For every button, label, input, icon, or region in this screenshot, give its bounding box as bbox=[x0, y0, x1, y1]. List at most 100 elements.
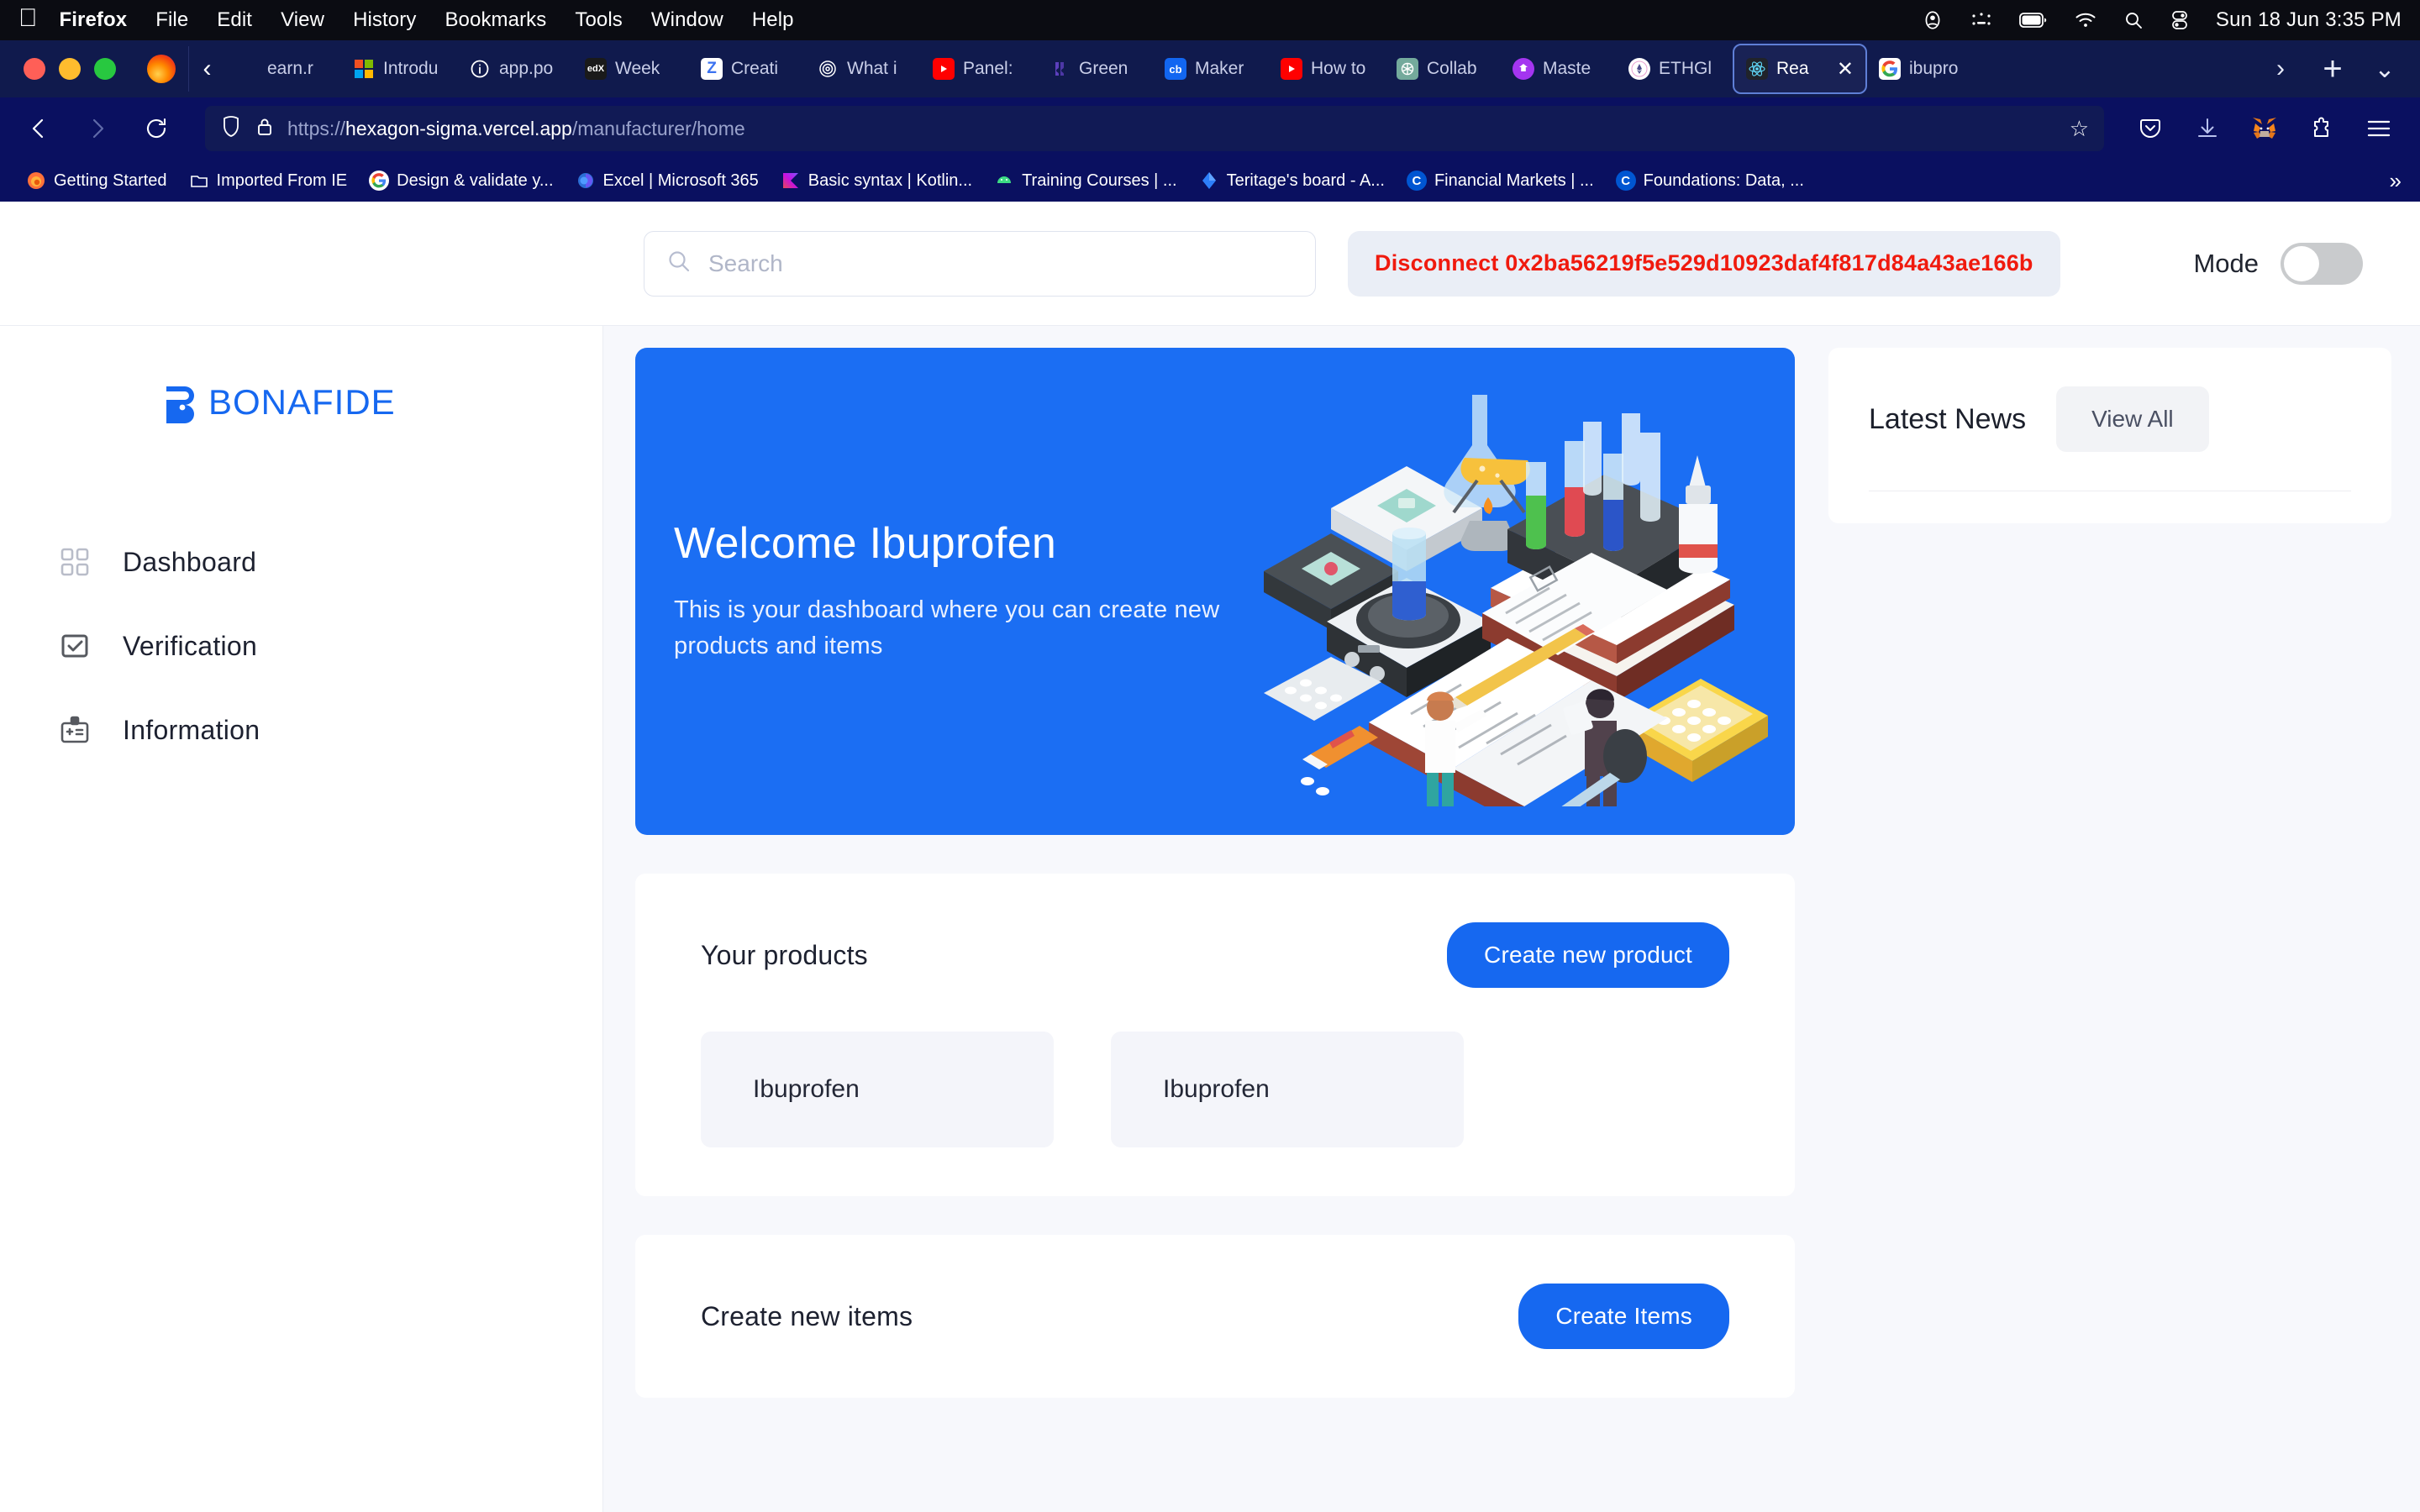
close-tab-button[interactable]: ✕ bbox=[1837, 57, 1854, 81]
menu-window[interactable]: Window bbox=[651, 8, 723, 32]
browser-tab[interactable]: Panel: bbox=[921, 44, 1037, 94]
mode-toggle-switch[interactable] bbox=[2281, 242, 2363, 285]
mode-toggle-knob bbox=[2284, 245, 2319, 281]
openai-icon bbox=[1397, 58, 1418, 80]
bookmark-item[interactable]: Design & validate y... bbox=[358, 171, 564, 191]
bookmark-item[interactable]: Teritage's board - A... bbox=[1188, 171, 1396, 191]
products-card: Your products Create new product Ibuprof… bbox=[635, 874, 1795, 1196]
edx-icon: edX bbox=[585, 58, 607, 80]
product-tile[interactable]: Ibuprofen bbox=[1111, 1032, 1464, 1147]
browser-tab[interactable]: ETHGl bbox=[1617, 44, 1733, 94]
wallet-disconnect-button[interactable]: Disconnect 0x2ba56219f5e529d10923daf4f81… bbox=[1348, 230, 2060, 297]
sidebar-item-information[interactable]: Information bbox=[0, 712, 602, 748]
view-all-news-button[interactable]: View All bbox=[2056, 386, 2209, 452]
browser-tab[interactable]: What i bbox=[805, 44, 921, 94]
items-card: Create new items Create Items bbox=[635, 1235, 1795, 1398]
pharmaceutical-lab-illustration bbox=[1230, 361, 1768, 827]
bookmark-label: Getting Started bbox=[54, 171, 167, 190]
browser-tab[interactable]: Z Creati bbox=[689, 44, 805, 94]
firefox-window: ‹ earn.r Introdu app.po edX Week Z Creat… bbox=[0, 40, 2420, 1512]
browser-tab[interactable]: Collab bbox=[1385, 44, 1501, 94]
main-column: Welcome Ibuprofen This is your dashboard… bbox=[635, 348, 1795, 1512]
sidebar-item-verification[interactable]: Verification bbox=[0, 628, 602, 664]
menu-tools[interactable]: Tools bbox=[575, 8, 623, 32]
user-account-icon[interactable] bbox=[1922, 9, 1944, 31]
coursera-icon: C bbox=[1615, 171, 1636, 191]
checkbox-icon bbox=[57, 628, 92, 664]
url-bar[interactable]: https://hexagon-sigma.vercel.app/manufac… bbox=[205, 106, 2104, 151]
bookmark-label: Training Courses | ... bbox=[1022, 171, 1177, 190]
main-content: Welcome Ibuprofen This is your dashboard… bbox=[603, 326, 2420, 1512]
metamask-icon[interactable] bbox=[2247, 111, 2282, 146]
maximize-window-button[interactable] bbox=[94, 58, 116, 80]
macos-clock[interactable]: Sun 18 Jun 3:35 PM bbox=[2216, 8, 2402, 32]
welcome-banner: Welcome Ibuprofen This is your dashboard… bbox=[635, 348, 1795, 835]
browser-tab[interactable]: edX Week bbox=[573, 44, 689, 94]
extensions-icon[interactable] bbox=[2304, 111, 2339, 146]
sidebar-item-dashboard[interactable]: Dashboard bbox=[0, 544, 602, 580]
search-icon[interactable] bbox=[2123, 10, 2144, 30]
downloads-icon[interactable] bbox=[2190, 111, 2225, 146]
scroll-tabs-left-button[interactable]: ‹ bbox=[188, 46, 225, 92]
wifi-icon[interactable] bbox=[2075, 12, 2096, 29]
browser-tab[interactable]: Maste bbox=[1501, 44, 1617, 94]
close-window-button[interactable] bbox=[24, 58, 45, 80]
pocket-icon[interactable] bbox=[2133, 111, 2168, 146]
bookmark-item[interactable]: Getting Started bbox=[15, 171, 178, 191]
menu-bookmarks[interactable]: Bookmarks bbox=[445, 8, 546, 32]
shield-icon[interactable] bbox=[220, 115, 242, 143]
browser-tab[interactable]: app.po bbox=[457, 44, 573, 94]
folder-icon bbox=[189, 171, 209, 191]
product-name: Ibuprofen bbox=[1163, 1075, 1270, 1103]
search-input[interactable] bbox=[708, 249, 1293, 277]
browser-tab[interactable]: earn.r bbox=[225, 44, 341, 94]
battery-icon[interactable] bbox=[2019, 12, 2048, 29]
create-items-button[interactable]: Create Items bbox=[1518, 1284, 1729, 1349]
bookmarks-overflow-button[interactable]: » bbox=[2390, 168, 2405, 194]
list-all-tabs-button[interactable]: ⌄ bbox=[2361, 45, 2408, 92]
tab-label: ibupro bbox=[1909, 59, 1959, 78]
react-icon bbox=[1746, 58, 1768, 80]
menu-help[interactable]: Help bbox=[752, 8, 794, 32]
control-center-icon[interactable] bbox=[2170, 10, 2189, 30]
menu-edit[interactable]: Edit bbox=[217, 8, 252, 32]
reload-icon[interactable] bbox=[136, 108, 176, 149]
bookmark-item[interactable]: Basic syntax | Kotlin... bbox=[770, 171, 983, 191]
bookmark-item[interactable]: C Financial Markets | ... bbox=[1396, 171, 1605, 191]
browser-tab-strip: ‹ earn.r Introdu app.po edX Week Z Creat… bbox=[0, 40, 2420, 97]
back-arrow-icon[interactable] bbox=[18, 108, 59, 149]
menu-history[interactable]: History bbox=[353, 8, 416, 32]
browser-tab-active[interactable]: Rea ✕ bbox=[1733, 44, 1867, 94]
bookmark-item[interactable]: Training Courses | ... bbox=[983, 171, 1188, 191]
minimize-window-button[interactable] bbox=[59, 58, 81, 80]
tab-label: earn.r bbox=[267, 59, 313, 78]
product-name: Ibuprofen bbox=[753, 1075, 860, 1103]
browser-tab[interactable]: Green bbox=[1037, 44, 1153, 94]
create-new-product-button[interactable]: Create new product bbox=[1447, 922, 1729, 988]
scroll-tabs-right-button[interactable]: › bbox=[2257, 45, 2304, 92]
browser-tab[interactable]: How to bbox=[1269, 44, 1385, 94]
sidebar-item-label: Verification bbox=[123, 630, 258, 661]
search-box[interactable] bbox=[644, 230, 1316, 297]
menu-icon[interactable] bbox=[2361, 111, 2396, 146]
bookmark-label: Financial Markets | ... bbox=[1434, 171, 1594, 190]
forward-arrow-icon[interactable] bbox=[77, 108, 118, 149]
browser-tab[interactable]: ibupro bbox=[1867, 44, 1983, 94]
new-tab-button[interactable]: + bbox=[2309, 45, 2356, 92]
control-center-dots-icon[interactable] bbox=[1970, 11, 1992, 29]
bookmark-star-icon[interactable]: ☆ bbox=[2070, 116, 2089, 142]
browser-tab[interactable]: Introdu bbox=[341, 44, 457, 94]
apple-icon[interactable]:  bbox=[18, 6, 38, 34]
tab-label: Creati bbox=[731, 59, 779, 78]
menu-file[interactable]: File bbox=[155, 8, 188, 32]
bookmark-item[interactable]: Imported From IE bbox=[178, 171, 359, 191]
menu-firefox[interactable]: Firefox bbox=[60, 8, 128, 32]
bookmark-item[interactable]: C Foundations: Data, ... bbox=[1605, 171, 1815, 191]
brand-logo[interactable]: BONAFIDE bbox=[0, 354, 602, 427]
bookmark-item[interactable]: Excel | Microsoft 365 bbox=[565, 171, 770, 191]
product-tile[interactable]: Ibuprofen bbox=[701, 1032, 1054, 1147]
lock-icon[interactable] bbox=[255, 116, 274, 142]
search-icon bbox=[666, 249, 692, 278]
browser-tab[interactable]: cb Maker bbox=[1153, 44, 1269, 94]
menu-view[interactable]: View bbox=[281, 8, 324, 32]
